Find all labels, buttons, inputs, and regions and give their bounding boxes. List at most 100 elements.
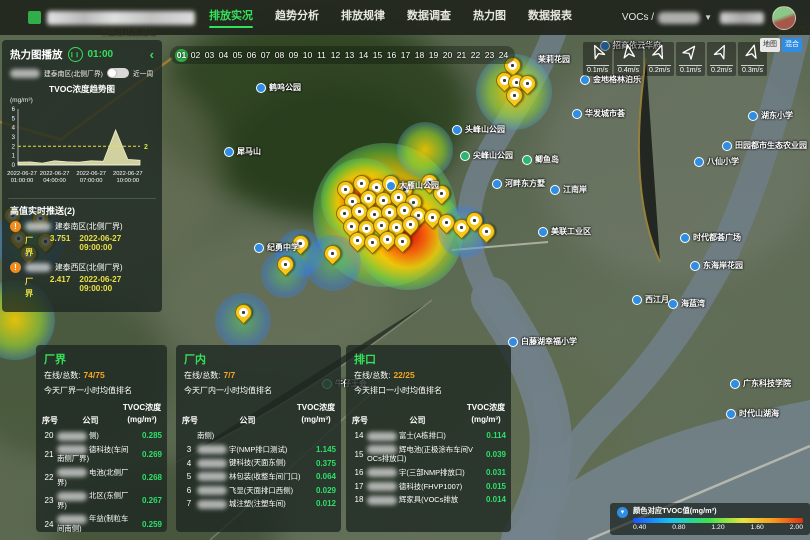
nav-tab[interactable]: 数据报表 (528, 7, 572, 28)
push-alert-item[interactable]: !建泰南区(北侧厂界)厂界3.7512022-06-27 09:00:00 (2, 219, 162, 260)
company-name-redacted (197, 486, 227, 495)
map-poi-text: 东海岸花园 (703, 260, 743, 271)
playback-time: 01:00 (88, 49, 114, 60)
push-alert-value: 2.417 (50, 275, 71, 299)
table-row[interactable]: 7城注塑(注塑车间)0.012 (176, 497, 341, 511)
range-toggle[interactable] (107, 68, 129, 78)
row-rank-no: 22 (41, 473, 57, 482)
row-company-text: 飞显(天面排口西侧) (229, 486, 293, 495)
wind-indicator: 0.4m/s (614, 42, 643, 76)
timeline-hour[interactable]: 20 (441, 49, 454, 62)
timeline-hour[interactable]: 21 (455, 49, 468, 62)
timeline-hour[interactable]: 10 (301, 49, 314, 62)
row-tvoc-value: 0.012 (306, 499, 336, 508)
table-row[interactable]: 14富士(A栋排口)0.114 (346, 429, 511, 443)
nav-tab[interactable]: 热力图 (473, 7, 506, 28)
vocs-selector[interactable]: VOCs / ▼ (622, 12, 712, 24)
table-row[interactable]: 20侧)0.285 (36, 429, 167, 443)
timeline-hour[interactable]: 01 (175, 49, 188, 62)
collapse-panel-icon[interactable]: ‹ (150, 50, 154, 60)
legend-title: 颜色对应TVOC值(mg/m³) (633, 506, 803, 516)
table-row[interactable]: 4键科技(天面东侧)0.375 (176, 456, 341, 470)
svg-text:0: 0 (12, 163, 16, 169)
row-tvoc-value: 0.015 (476, 482, 506, 491)
timeline-hour[interactable]: 02 (189, 49, 202, 62)
poi-icon (572, 109, 582, 119)
timeline-hour[interactable]: 17 (399, 49, 412, 62)
timeline-hour[interactable]: 04 (217, 49, 230, 62)
map-poi-label: 时代都荟广场 (680, 232, 741, 243)
map-type-button[interactable]: 混合 (782, 38, 802, 52)
row-tvoc-value: 0.014 (476, 495, 506, 504)
svg-text:2: 2 (144, 144, 148, 151)
vocs-value-redacted (658, 12, 700, 24)
timeline-hour[interactable]: 08 (273, 49, 286, 62)
poi-icon (256, 83, 266, 93)
timeline-hour[interactable]: 16 (385, 49, 398, 62)
online-count-label: 在线/总数: (354, 371, 390, 380)
timeline-hour[interactable]: 14 (357, 49, 370, 62)
table-row[interactable]: 16宇(三部NMP排放口)0.031 (346, 466, 511, 480)
company-name-redacted (367, 468, 397, 477)
online-count-label: 在线/总数: (44, 371, 80, 380)
trend-chart-title: TVOC浓度趋势图 (2, 80, 162, 95)
map-poi-text: 时代都荟广场 (693, 232, 741, 243)
table-row[interactable]: 5林包装(收整车间门口)0.064 (176, 470, 341, 484)
row-company-text: 宇(三部NMP排放口) (399, 468, 465, 477)
table-row[interactable]: 23北区(东侧厂界)0.267 (36, 489, 167, 512)
timeline-hour[interactable]: 05 (231, 49, 244, 62)
svg-text:01:00:00: 01:00:00 (11, 178, 34, 184)
table-row[interactable]: 21德科技(车间南侧厂界)0.269 (36, 443, 167, 466)
table-row[interactable]: 24年益(制粒车间南侧)0.259 (36, 512, 167, 532)
table-row[interactable]: 22电池(北侧厂界)0.268 (36, 466, 167, 489)
nav-tab[interactable]: 数据调查 (407, 7, 451, 28)
timeline-hour[interactable]: 23 (483, 49, 496, 62)
brand-name-redacted (47, 11, 195, 25)
table-row[interactable]: 15辉电池(正极涂布车间VOCs排放口)0.039 (346, 443, 511, 466)
map-poi-text: 茉莉花园 (538, 54, 570, 65)
online-count-value: 74/75 (83, 370, 104, 380)
poi-icon (722, 141, 732, 151)
timeline-hour[interactable]: 12 (329, 49, 342, 62)
table-row[interactable]: 6飞显(天面排口西侧)0.029 (176, 484, 341, 498)
column-header-value-line2: (mg/m³) (471, 415, 500, 424)
nav-tab[interactable]: 排放规律 (341, 7, 385, 28)
map-poi-label: 鲫鱼岛 (522, 154, 559, 165)
avatar[interactable] (772, 6, 796, 30)
map-poi-label: 广东科技学院 (730, 378, 791, 389)
nav-tab[interactable]: 排放实况 (209, 7, 253, 28)
table-row[interactable]: 18辉家具(VOCs排放0.014 (346, 493, 511, 507)
timeline-hour[interactable]: 19 (427, 49, 440, 62)
row-company-text: 宇(NMP排口测试) (229, 445, 287, 454)
timeline-hour[interactable]: 22 (469, 49, 482, 62)
timeline-hour[interactable]: 09 (287, 49, 300, 62)
push-alert-site-row: !建泰西区(北侧厂界) (2, 260, 162, 274)
online-count-value: 7/7 (223, 370, 235, 380)
nav-tab[interactable]: 趋势分析 (275, 7, 319, 28)
table-row[interactable]: 17德科技(FHVP1007)0.015 (346, 480, 511, 494)
svg-text:04:00:00: 04:00:00 (43, 178, 66, 184)
timeline-hour[interactable]: 18 (413, 49, 426, 62)
row-rank-no: 23 (41, 496, 57, 505)
table-row[interactable]: 3宇(NMP排口测试)1.145 (176, 443, 341, 457)
pause-button[interactable]: ❙❙ (68, 47, 83, 62)
map-type-button[interactable]: 地图 (760, 38, 780, 52)
push-alert-item[interactable]: !建泰西区(北侧厂界)厂界2.4172022-06-27 09:00:00 (2, 260, 162, 301)
timeline-hour[interactable]: 15 (371, 49, 384, 62)
timeline-hour[interactable]: 07 (259, 49, 272, 62)
vocs-dashboard: 中国石化加油站大沙口夜市鹤呜公园犀马山大雁山公园茉莉花园招商依云华府金地格林泊乐… (0, 0, 810, 540)
timeline-hour[interactable]: 06 (245, 49, 258, 62)
row-company: 林包装(收整车间门口) (197, 472, 306, 482)
column-header-no: 序号 (351, 415, 369, 426)
timeline-hour[interactable]: 13 (343, 49, 356, 62)
map-poi-text: 八仙小学 (707, 156, 739, 167)
svg-text:2022-06-27: 2022-06-27 (113, 171, 143, 177)
table-row[interactable]: 南侧) (176, 429, 341, 443)
timeline-hour[interactable]: 24 (497, 49, 510, 62)
row-tvoc-value: 0.268 (132, 473, 162, 482)
online-count-row: 在线/总数:22/25 (346, 368, 511, 383)
company-name-redacted (197, 500, 227, 509)
company-name-redacted (197, 445, 227, 454)
timeline-hour[interactable]: 11 (315, 49, 328, 62)
timeline-hour[interactable]: 03 (203, 49, 216, 62)
